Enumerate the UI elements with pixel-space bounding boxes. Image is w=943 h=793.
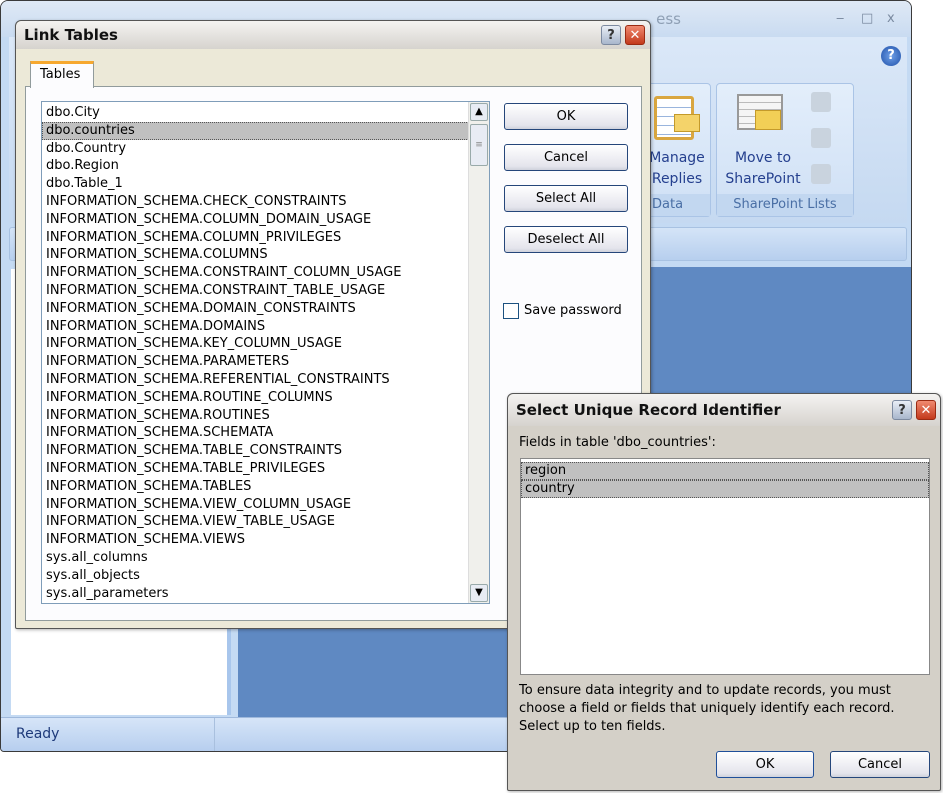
list-item[interactable]: INFORMATION_SCHEMA.SCHEMATA: [42, 424, 489, 442]
maximize-button[interactable]: □: [861, 11, 873, 26]
deselect-all-button[interactable]: Deselect All: [504, 226, 628, 253]
table-refresh-icon[interactable]: [811, 128, 831, 148]
scrollbar[interactable]: ▲ ≡ ▼: [468, 102, 489, 603]
ok-button[interactable]: OK: [716, 751, 814, 778]
list-item[interactable]: INFORMATION_SCHEMA.COLUMN_DOMAIN_USAGE: [42, 211, 489, 229]
list-item[interactable]: INFORMATION_SCHEMA.COLUMN_PRIVILEGES: [42, 229, 489, 247]
list-item[interactable]: dbo.Table_1: [42, 175, 489, 193]
close-icon[interactable]: ✕: [916, 400, 936, 420]
list-item[interactable]: INFORMATION_SCHEMA.ROUTINE_COLUMNS: [42, 389, 489, 407]
list-item[interactable]: INFORMATION_SCHEMA.ROUTINES: [42, 407, 489, 425]
status-text: Ready: [16, 726, 60, 742]
list-item[interactable]: dbo.City: [42, 104, 489, 122]
help-icon[interactable]: ?: [601, 25, 621, 45]
list-item[interactable]: INFORMATION_SCHEMA.DOMAINS: [42, 318, 489, 336]
folder-icon: [755, 110, 781, 130]
list-item[interactable]: INFORMATION_SCHEMA.CONSTRAINT_TABLE_USAG…: [42, 282, 489, 300]
close-button[interactable]: x: [887, 11, 895, 26]
save-password-checkbox[interactable]: [503, 303, 519, 319]
ok-button[interactable]: OK: [504, 103, 628, 130]
status-divider: [214, 718, 215, 751]
list-item[interactable]: dbo.Region: [42, 157, 489, 175]
move-to-sharepoint-button[interactable]: Move to SharePoint: [721, 148, 805, 190]
select-all-button[interactable]: Select All: [504, 185, 628, 212]
envelope-icon: [674, 114, 700, 132]
list-item[interactable]: sys.all_parameters: [42, 585, 489, 603]
scroll-thumb[interactable]: ≡: [470, 124, 488, 166]
discard-changes-icon[interactable]: [811, 164, 831, 184]
list-item[interactable]: INFORMATION_SCHEMA.VIEW_COLUMN_USAGE: [42, 496, 489, 514]
close-icon[interactable]: ✕: [625, 25, 645, 45]
minimize-button[interactable]: ‒: [836, 11, 844, 26]
list-item[interactable]: country: [521, 479, 929, 498]
list-item[interactable]: INFORMATION_SCHEMA.VIEW_TABLE_USAGE: [42, 513, 489, 531]
group-label-sharepoint-lists: SharePoint Lists: [717, 194, 853, 216]
list-item[interactable]: INFORMATION_SCHEMA.VIEWS: [42, 531, 489, 549]
cancel-button[interactable]: Cancel: [504, 144, 628, 171]
manage-replies-button[interactable]: Manage Replies: [642, 148, 712, 190]
tables-listbox[interactable]: dbo.City dbo.countries dbo.Country dbo.Regi…: [41, 101, 490, 604]
help-icon[interactable]: ?: [892, 400, 912, 420]
dialog-title: Select Unique Record Identifier: [508, 394, 940, 426]
dialog-title: Link Tables: [16, 21, 650, 49]
ribbon-group-sharepoint-lists: Move to SharePoint SharePoint Lists: [716, 83, 854, 217]
list-item[interactable]: dbo.countries: [42, 121, 489, 140]
list-item[interactable]: INFORMATION_SCHEMA.REFERENTIAL_CONSTRAIN…: [42, 371, 489, 389]
list-item[interactable]: INFORMATION_SCHEMA.TABLES: [42, 478, 489, 496]
select-unique-record-identifier-dialog: Select Unique Record Identifier ? ✕ Fiel…: [507, 393, 941, 791]
list-item[interactable]: INFORMATION_SCHEMA.KEY_COLUMN_USAGE: [42, 335, 489, 353]
sync-icon[interactable]: [811, 92, 831, 112]
tab-tables[interactable]: Tables: [30, 61, 94, 88]
scroll-up-icon[interactable]: ▲: [470, 103, 488, 121]
list-item[interactable]: region: [521, 462, 929, 480]
info-text: To ensure data integrity and to update r…: [519, 683, 895, 734]
list-item[interactable]: INFORMATION_SCHEMA.DOMAIN_CONSTRAINTS: [42, 300, 489, 318]
fields-label: Fields in table 'dbo_countries':: [519, 435, 716, 450]
cancel-button[interactable]: Cancel: [830, 751, 930, 778]
list-item[interactable]: dbo.Country: [42, 140, 489, 158]
list-item[interactable]: INFORMATION_SCHEMA.CONSTRAINT_COLUMN_USA…: [42, 264, 489, 282]
list-item[interactable]: sys.all_objects: [42, 567, 489, 585]
fields-listbox[interactable]: region country: [520, 458, 930, 675]
list-item[interactable]: sys.all_columns: [42, 549, 489, 567]
save-password-label: Save password: [524, 303, 622, 318]
list-item[interactable]: INFORMATION_SCHEMA.CHECK_CONSTRAINTS: [42, 193, 489, 211]
list-item[interactable]: INFORMATION_SCHEMA.TABLE_PRIVILEGES: [42, 460, 489, 478]
list-item[interactable]: INFORMATION_SCHEMA.TABLE_CONSTRAINTS: [42, 442, 489, 460]
list-item[interactable]: INFORMATION_SCHEMA.COLUMNS: [42, 246, 489, 264]
scroll-down-icon[interactable]: ▼: [470, 584, 488, 602]
help-icon[interactable]: ?: [881, 46, 901, 66]
list-item[interactable]: INFORMATION_SCHEMA.PARAMETERS: [42, 353, 489, 371]
